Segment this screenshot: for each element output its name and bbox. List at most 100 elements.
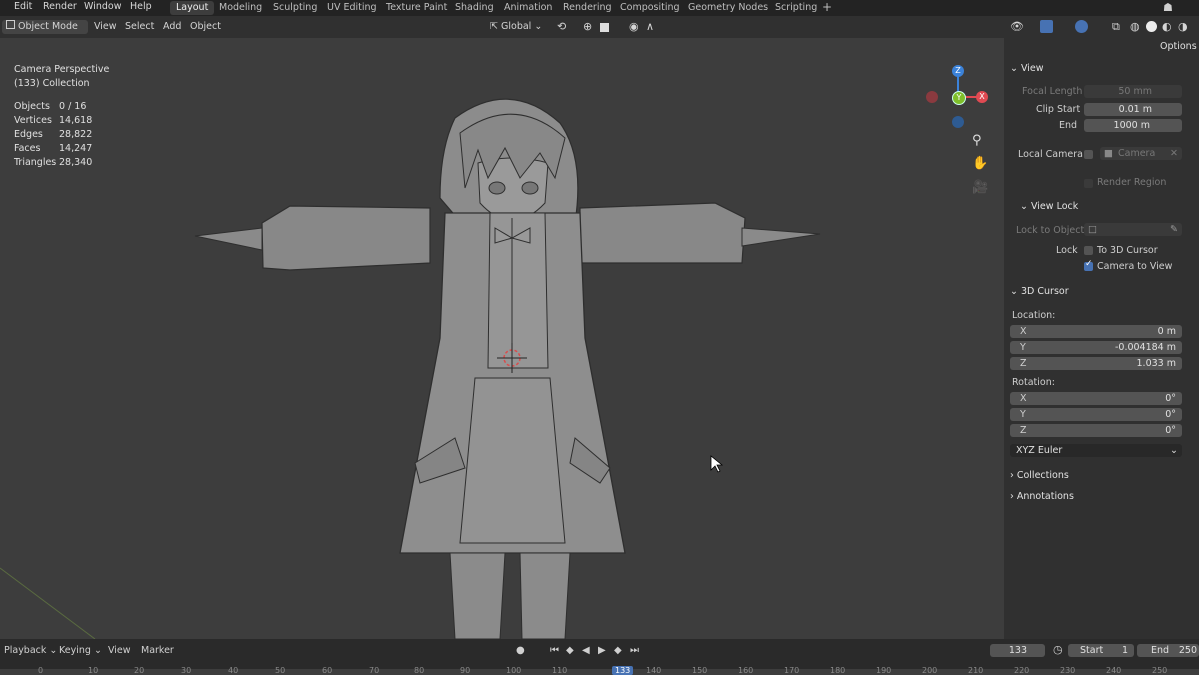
gizmo-neg-z-icon[interactable] [952,116,964,128]
gizmo-z-icon[interactable]: Z [952,65,964,77]
tab-uv-editing[interactable]: UV Editing [321,1,383,15]
jump-end-icon[interactable]: ⏭ [630,645,639,656]
to-3d-cursor-label: To 3D Cursor [1097,245,1158,256]
menu-window[interactable]: Window [84,1,121,12]
snap-icon[interactable]: ⊕ [583,20,592,34]
add-workspace-button[interactable]: + [816,0,838,14]
visibility-icon[interactable]: 👁 [1010,20,1024,34]
tick-label: 170 [784,666,800,675]
overlay-toggle-icon[interactable] [1075,20,1088,33]
preview-range-icon[interactable]: ◷ [1053,643,1063,656]
clear-icon[interactable]: ✕ [1170,147,1178,160]
tick-label: 190 [876,666,892,675]
end-frame-field[interactable]: End 250 [1137,644,1199,657]
tick-label: 0 [38,666,44,675]
zoom-icon[interactable]: ⚲ [972,133,982,148]
transform-orientation-dropdown[interactable]: ⇱ Global ⌄ [490,20,542,34]
gizmo-toggle-icon[interactable] [1040,20,1053,33]
3d-cursor-section-header[interactable]: ⌄ 3D Cursor [1010,286,1069,297]
rendered-shading-icon[interactable]: ◑ [1178,20,1188,34]
clip-end-label: End [1059,120,1078,131]
view-name: Camera Perspective [14,64,110,75]
tick-label: 180 [830,666,846,675]
tab-texture-paint[interactable]: Texture Paint [380,1,453,15]
prev-keyframe-icon[interactable]: ◆ [566,645,574,656]
timeline-view-menu[interactable]: View [108,645,131,656]
render-region-checkbox[interactable] [1084,179,1093,188]
start-frame-field[interactable]: Start 1 [1068,644,1134,657]
tick-label: 50 [275,666,286,675]
tab-layout[interactable]: Layout [170,1,215,15]
jump-start-icon[interactable]: ⏮ [550,645,559,656]
to-3d-cursor-checkbox[interactable] [1084,246,1093,255]
local-camera-field[interactable]: ■ Camera ✕ [1100,147,1182,160]
location-x-field[interactable]: X 0 m [1010,325,1182,338]
location-x-value: 0 m [1157,326,1176,337]
playback-menu[interactable]: Playback ⌄ [4,645,57,656]
camera-view-icon[interactable]: 🎥 [972,180,988,195]
stat-faces-label: Faces [14,143,41,154]
menu-add[interactable]: Add [163,20,181,34]
next-keyframe-icon[interactable]: ◆ [614,645,622,656]
menu-select[interactable]: Select [125,20,154,34]
tab-geometry-nodes[interactable]: Geometry Nodes [682,1,774,15]
current-frame-marker[interactable]: 133 [612,666,634,675]
location-z-field[interactable]: Z 1.033 m [1010,357,1182,370]
tab-rendering[interactable]: Rendering [557,1,618,15]
stat-faces-value: 14,247 [59,143,93,154]
clip-start-field[interactable]: 0.01 m [1084,103,1182,116]
gizmo-x-icon[interactable]: X [976,91,988,103]
proportional-edit-icon[interactable]: ◉ [629,20,639,34]
wireframe-shading-icon[interactable]: ◍ [1130,20,1140,34]
menu-edit[interactable]: Edit [14,1,32,12]
view-section-header[interactable]: ⌄ View [1010,63,1044,74]
scene-icon[interactable]: ☗ [1163,1,1173,14]
timeline: Playback ⌄ Keying ⌄ View Marker ● ⏮ ◆ ◀ … [0,639,1199,675]
pan-hand-icon[interactable]: ✋ [972,156,988,171]
keying-menu[interactable]: Keying ⌄ [59,645,102,656]
tab-modeling[interactable]: Modeling [213,1,268,15]
snap-target-icon[interactable] [600,23,609,32]
clip-end-field[interactable]: 1000 m [1084,119,1182,132]
menu-object[interactable]: Object [190,20,221,34]
solid-shading-icon[interactable] [1146,21,1157,32]
location-y-field[interactable]: Y -0.004184 m [1010,341,1182,354]
tick-label: 100 [506,666,522,675]
menu-render[interactable]: Render [43,1,77,12]
menu-help[interactable]: Help [130,1,152,12]
camera-to-view-label: Camera to View [1097,261,1173,272]
record-icon[interactable]: ● [516,645,525,656]
marker-menu[interactable]: Marker [141,645,174,656]
play-icon[interactable]: ▶ [598,645,606,656]
gizmo-y-icon[interactable]: Y [952,91,966,105]
tab-shading[interactable]: Shading [449,1,500,15]
tab-animation[interactable]: Animation [498,1,558,15]
annotations-section-header[interactable]: › Annotations [1010,491,1074,502]
tab-compositing[interactable]: Compositing [614,1,686,15]
menu-view[interactable]: View [94,20,117,34]
local-camera-checkbox[interactable] [1084,150,1093,159]
gizmo-neg-x-icon[interactable] [926,91,938,103]
falloff-icon[interactable]: ∧ [646,20,654,34]
rotation-mode-dropdown[interactable]: XYZ Euler ⌄ [1010,444,1182,457]
pivot-point-icon[interactable]: ⟲ [557,20,566,34]
tick-label: 10 [88,666,99,675]
options-button[interactable]: Options [1160,41,1197,52]
collections-section-header[interactable]: › Collections [1010,470,1069,481]
material-shading-icon[interactable]: ◐ [1162,20,1172,34]
mode-selector[interactable]: Object Mode ⌄ [2,20,88,46]
current-frame-field[interactable]: 133 [990,644,1045,657]
eyedropper-icon[interactable]: ✎ [1170,223,1178,236]
xray-icon[interactable]: ⧉ [1112,20,1120,34]
focal-length-field[interactable]: 50 mm [1084,85,1182,98]
rotation-x-field[interactable]: X 0° [1010,392,1182,405]
3d-viewport[interactable]: Camera Perspective (133) Collection Obje… [0,38,1004,639]
view-lock-section-header[interactable]: ⌄ View Lock [1020,201,1078,212]
play-reverse-icon[interactable]: ◀ [582,645,590,656]
lock-to-object-field[interactable]: □ ✎ [1084,223,1182,236]
rotation-y-field[interactable]: Y 0° [1010,408,1182,421]
camera-to-view-checkbox[interactable] [1084,259,1093,271]
tab-sculpting[interactable]: Sculpting [267,1,323,15]
rotation-z-field[interactable]: Z 0° [1010,424,1182,437]
navigation-gizmo[interactable]: Z X Y [920,65,995,160]
